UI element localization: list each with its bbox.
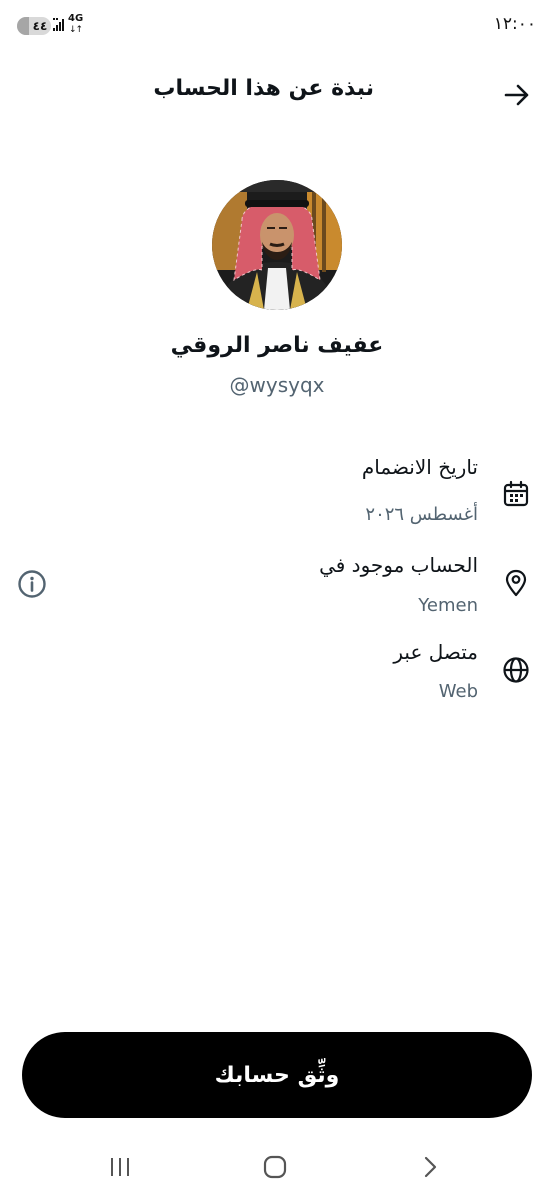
signal-icon (53, 18, 64, 31)
calendar-icon (503, 480, 529, 507)
status-time: ١٢:٠٠ (493, 14, 536, 34)
back-chevron-icon (424, 1156, 437, 1178)
recents-icon (111, 1158, 129, 1176)
network-activity-icon: ↓↑ (69, 25, 83, 35)
home-button[interactable] (258, 1150, 292, 1184)
status-bar: ١٢:٠٠ ٤٤ 4G ↓↑ (0, 0, 554, 54)
system-back-button[interactable] (413, 1150, 447, 1184)
joined-date-title: تاريخ الانضمام (361, 455, 478, 479)
battery-icon: ٤٤ (17, 17, 51, 35)
account-location-value: Yemen (418, 595, 478, 616)
network-type: 4G (68, 13, 84, 24)
verify-account-button[interactable]: وثِّق حسابك (22, 1032, 532, 1118)
account-location-title: الحساب موجود في (319, 553, 478, 577)
display-name: عفيف ناصر الروقي (170, 333, 384, 358)
connected-via-title: متصل عبر (393, 640, 478, 664)
arrow-right-icon (504, 84, 529, 106)
globe-icon (503, 657, 529, 683)
avatar-image (212, 180, 342, 310)
user-handle: @wysyqx (229, 373, 325, 397)
home-icon (263, 1155, 287, 1179)
info-icon (18, 570, 46, 598)
battery-level: ٤٤ (32, 19, 48, 33)
joined-date-value: أغسطس ٢٠٢٦ (365, 504, 478, 525)
location-pin-icon (505, 569, 527, 597)
connected-via-value: Web (438, 681, 478, 702)
avatar[interactable] (212, 180, 342, 310)
page-title: نبذة عن هذا الحساب (153, 76, 374, 101)
back-button[interactable] (500, 78, 534, 112)
info-button[interactable] (17, 569, 47, 599)
recents-button[interactable] (103, 1150, 137, 1184)
